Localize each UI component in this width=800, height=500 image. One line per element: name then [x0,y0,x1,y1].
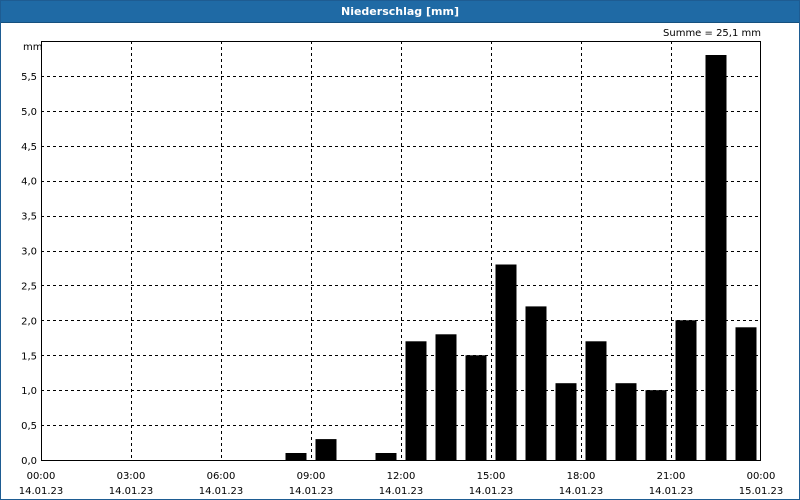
y-tick-label: 1,5 [21,351,37,362]
bars [285,55,757,461]
bar-1300 [435,334,457,460]
y-tick-label: 2,0 [21,316,37,327]
bar-1700 [555,383,577,460]
bar-0900 [315,439,337,460]
x-tick-date-label: 14.01.23 [559,486,604,497]
y-tick-label: 0,5 [21,421,37,432]
bar-1500 [495,264,517,460]
bar-1400 [465,355,487,461]
x-tick-time-label: 03:00 [117,471,146,482]
bar-1100 [375,453,397,460]
x-tick-date-label: 14.01.23 [19,486,64,497]
y-tick-label: 2,5 [21,281,37,292]
precipitation-chart: 0,0 0,5 1,0 1,5 2,0 2,5 3,0 3,5 4,0 4,5 5,0 5,5 00:0… [19,28,784,497]
x-tick-date-label: 14.01.23 [199,486,244,497]
y-tick-label: 4,0 [21,177,37,188]
bar-2000 [645,390,667,460]
bar-2200 [705,55,727,460]
x-tick-time-label: 18:00 [567,471,596,482]
bar-1900 [615,383,637,460]
x-tick-time-label: 06:00 [207,471,236,482]
y-tick-label: 3,5 [21,212,37,223]
y-tick-label: 0,0 [21,456,37,467]
x-tick-time-label: 21:00 [657,471,686,482]
y-tick-label: 3,0 [21,247,37,258]
bar-1800 [585,341,607,460]
sum-annotation: Summe = 25,1 mm [663,28,761,39]
y-axis-unit-label: mm [23,42,42,53]
x-tick-date-label: 14.01.23 [109,486,154,497]
bar-2100 [675,320,697,460]
x-tick-time-label: 00:00 [27,471,56,482]
y-tick-label: 5,5 [21,72,37,83]
x-tick-time-label: 00:00 [747,471,776,482]
x-tick-date-label: 14.01.23 [649,486,694,497]
x-tick-date-label: 14.01.23 [469,486,514,497]
x-tick-time-label: 09:00 [297,471,326,482]
x-tick-date-label: 15.01.23 [739,486,784,497]
bar-1600 [525,306,547,460]
y-tick-label: 5,0 [21,107,37,118]
y-tick-label: 4,5 [21,142,37,153]
x-tick-time-label: 15:00 [477,471,506,482]
x-tick-date-label: 14.01.23 [289,486,334,497]
bar-1200 [405,341,427,460]
x-tick-date-label: 14.01.23 [379,486,424,497]
bar-2300 [735,327,757,460]
y-tick-label: 1,0 [21,386,37,397]
bar-0800 [285,453,307,460]
x-tick-time-label: 12:00 [387,471,416,482]
